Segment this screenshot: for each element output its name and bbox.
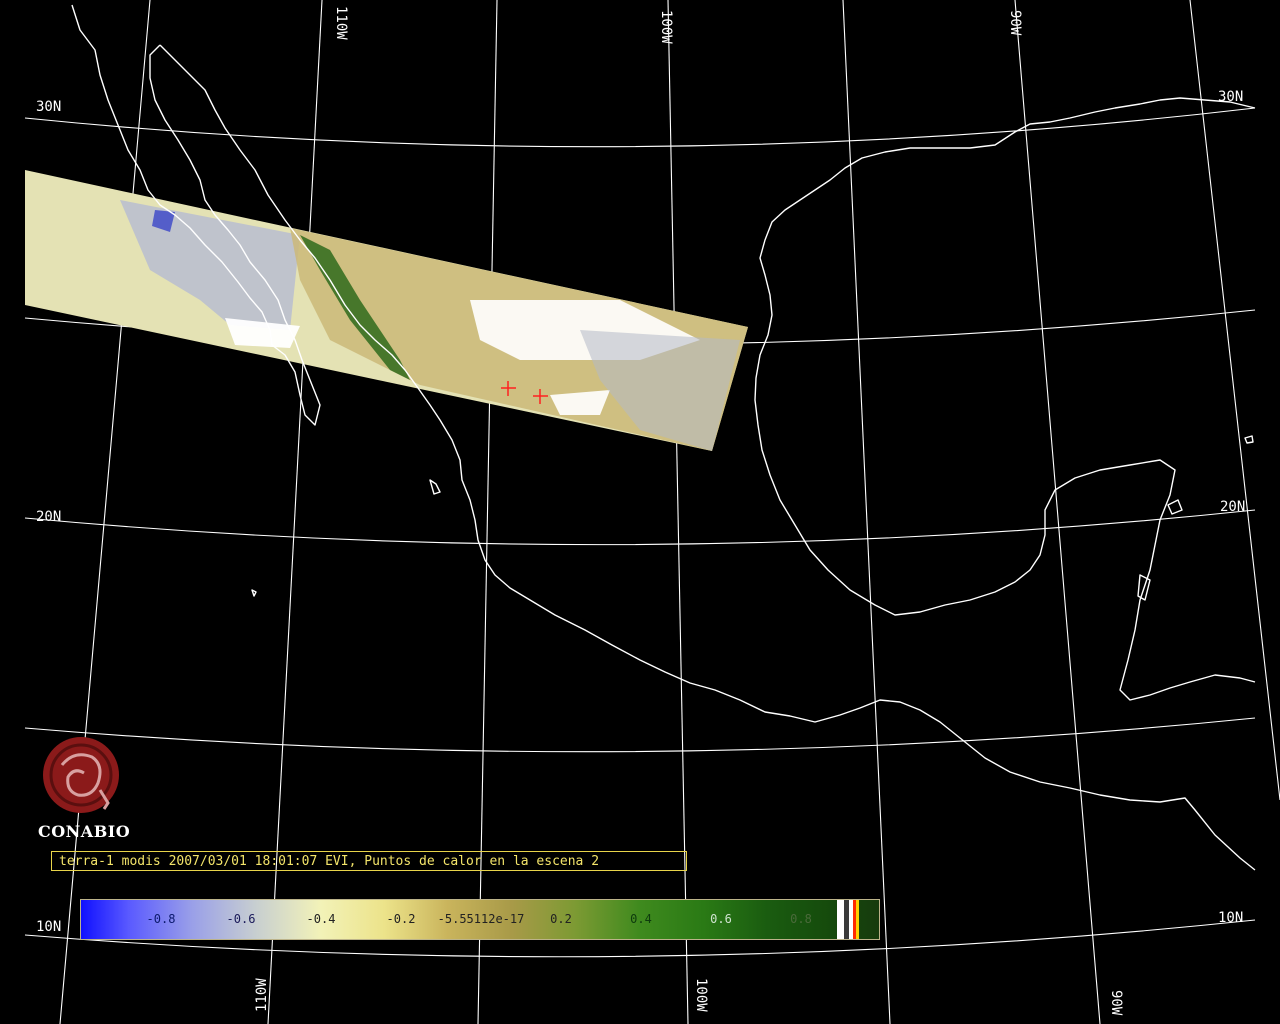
lon-label-110w-bottom: 110W xyxy=(254,978,270,1012)
lat-label-20n-east: 20N xyxy=(1220,499,1245,515)
colorbar-tick: -0.6 xyxy=(226,912,256,926)
colorbar-tick: -0.8 xyxy=(146,912,176,926)
lat-label-10n-east: 10N xyxy=(1218,910,1243,926)
lat-label-30n-west: 30N xyxy=(36,99,61,115)
lon-label-110w-top: 110W xyxy=(333,6,349,40)
lon-label-100w-bottom: 100W xyxy=(693,978,709,1012)
colorbar-tick: 0.2 xyxy=(550,912,572,926)
conabio-logo-text: CONABIO xyxy=(38,822,131,841)
lon-label-100w-top: 100W xyxy=(658,10,674,44)
colorbar-tick: 0.4 xyxy=(630,912,652,926)
colorbar-tick: -5.55112e-17 xyxy=(437,912,525,926)
colorbar-tick: -0.4 xyxy=(306,912,336,926)
colorbar-tick: 0.6 xyxy=(710,912,732,926)
evi-colorbar: -0.8 -0.6 -0.4 -0.2 -5.55112e-17 0.2 0.4… xyxy=(80,899,880,940)
colorbar-tick: -0.2 xyxy=(386,912,416,926)
lat-label-20n-west: 20N xyxy=(36,509,61,525)
scene-caption: terra-1 modis 2007/03/01 18:01:07 EVI, P… xyxy=(51,851,687,871)
lat-label-10n-west: 10N xyxy=(36,919,61,935)
lat-label-30n-east: 30N xyxy=(1218,89,1243,105)
colorbar-special-stripe xyxy=(856,900,859,939)
colorbar-tick: 0.8 xyxy=(790,912,812,926)
lon-label-90w-bottom: 90W xyxy=(1108,990,1124,1016)
lon-label-90w-top: 90W xyxy=(1007,10,1023,36)
colorbar-special-stripe xyxy=(837,900,844,939)
